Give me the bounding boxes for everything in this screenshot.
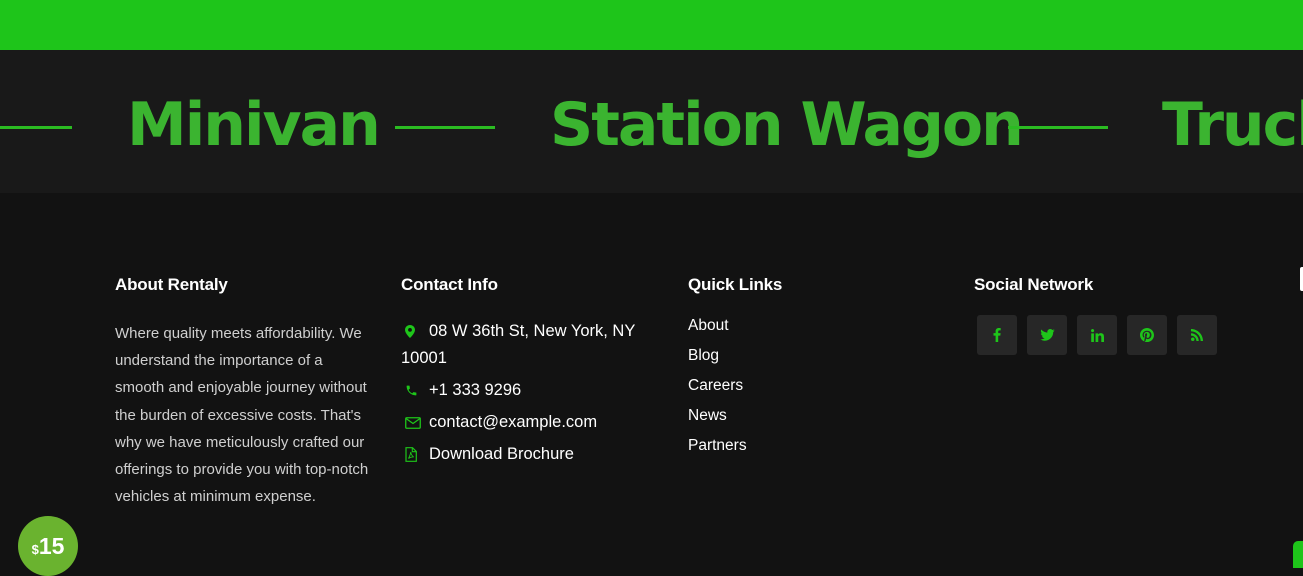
- quick-link-partners[interactable]: Partners: [688, 431, 782, 461]
- social-buttons: [974, 315, 1217, 355]
- phone-text: +1 333 9296: [429, 381, 522, 399]
- site-footer: About Rentaly Where quality meets afford…: [0, 193, 1303, 568]
- brochure-text: Download Brochure: [429, 445, 574, 463]
- facebook-icon: [993, 328, 1001, 342]
- quick-links-column: Quick Links About Blog Careers News Part…: [688, 275, 782, 461]
- quick-link-blog[interactable]: Blog: [688, 341, 782, 371]
- contact-phone[interactable]: +1 333 9296: [401, 377, 651, 404]
- top-green-bar: [0, 0, 1303, 50]
- map-pin-icon: [401, 318, 429, 345]
- vehicle-type-marquee: Minivan Station Wagon Truck: [0, 50, 1303, 193]
- marquee-separator: [395, 126, 495, 129]
- linkedin-button[interactable]: [1077, 315, 1117, 355]
- quick-links-list: About Blog Careers News Partners: [688, 311, 782, 461]
- rss-icon: [1191, 329, 1203, 341]
- quick-link-news[interactable]: News: [688, 401, 782, 431]
- scroll-to-top-tab[interactable]: [1293, 541, 1303, 568]
- email-text: contact@example.com: [429, 413, 598, 431]
- address-text: 08 W 36th St, New York, NY 10001: [401, 322, 636, 367]
- quick-link-careers[interactable]: Careers: [688, 371, 782, 401]
- contact-list: 08 W 36th St, New York, NY 10001 +1 333 …: [401, 318, 651, 468]
- social-heading: Social Network: [974, 275, 1094, 294]
- price-currency: $: [31, 542, 39, 557]
- about-column: About Rentaly Where quality meets afford…: [115, 275, 370, 510]
- contact-heading: Contact Info: [401, 275, 498, 294]
- contact-column: Contact Info 08 W 36th St, New York, NY …: [401, 275, 651, 473]
- rss-button[interactable]: [1177, 315, 1217, 355]
- about-heading: About Rentaly: [115, 275, 228, 294]
- pdf-file-icon: [401, 441, 429, 468]
- contact-email[interactable]: contact@example.com: [401, 409, 651, 436]
- quick-links-heading: Quick Links: [688, 275, 783, 294]
- price-badge[interactable]: $15: [18, 516, 78, 576]
- contact-address: 08 W 36th St, New York, NY 10001: [401, 318, 651, 372]
- price-amount: 15: [38, 533, 65, 559]
- linkedin-icon: [1090, 328, 1104, 342]
- pinterest-button[interactable]: [1127, 315, 1167, 355]
- envelope-icon: [401, 409, 429, 436]
- quick-link-about[interactable]: About: [688, 311, 782, 341]
- download-brochure-link[interactable]: Download Brochure: [401, 441, 651, 468]
- pinterest-icon: [1140, 328, 1154, 342]
- marquee-item-truck: Truck: [1162, 90, 1303, 160]
- marquee-separator: [1008, 126, 1108, 129]
- facebook-button[interactable]: [977, 315, 1017, 355]
- marquee-item-station-wagon: Station Wagon: [550, 90, 1024, 160]
- twitter-icon: [1039, 329, 1055, 341]
- marquee-separator: [0, 126, 72, 129]
- about-description: Where quality meets affordability. We un…: [115, 325, 369, 506]
- twitter-button[interactable]: [1027, 315, 1067, 355]
- social-column: Social Network: [974, 275, 1217, 355]
- phone-icon: [401, 377, 429, 404]
- marquee-item-minivan: Minivan: [127, 90, 381, 160]
